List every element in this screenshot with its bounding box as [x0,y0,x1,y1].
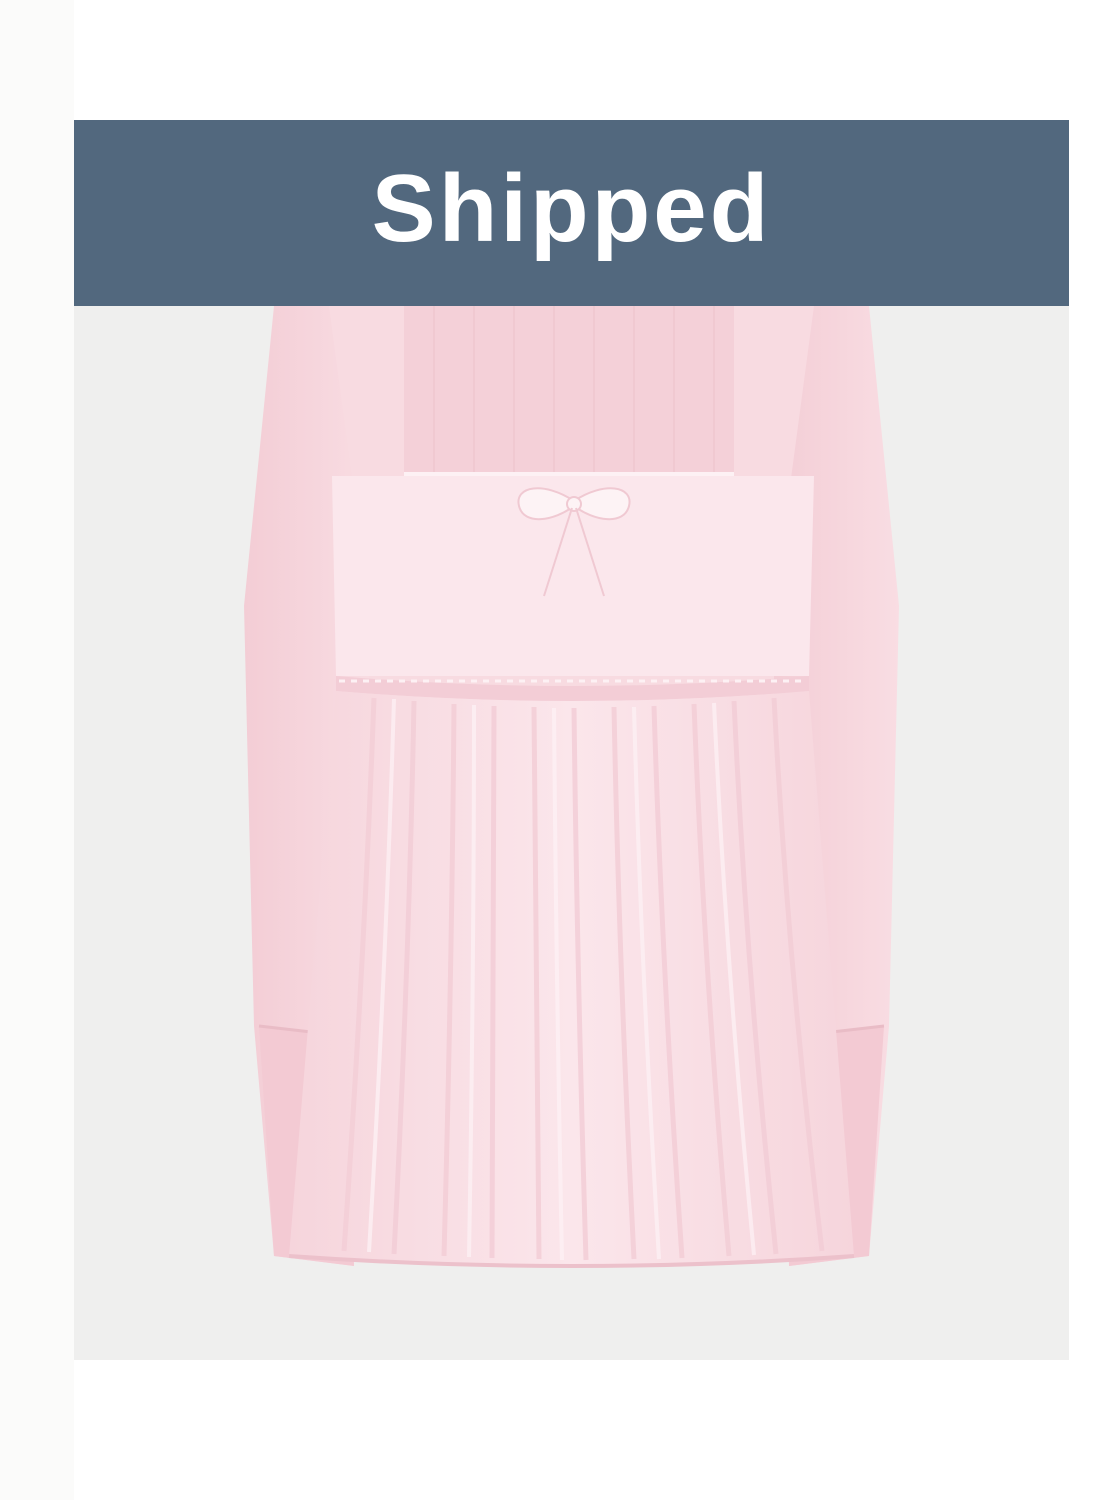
status-banner: Shipped [74,120,1069,306]
left-gutter [0,0,74,1500]
order-item-page: Shipped [0,0,1115,1500]
status-banner-label: Shipped [371,155,772,262]
product-image[interactable] [74,306,1069,1360]
order-item-card[interactable]: Shipped [74,120,1069,1360]
neck-back [404,306,734,476]
pink-babydoll-top-image [244,306,899,1268]
